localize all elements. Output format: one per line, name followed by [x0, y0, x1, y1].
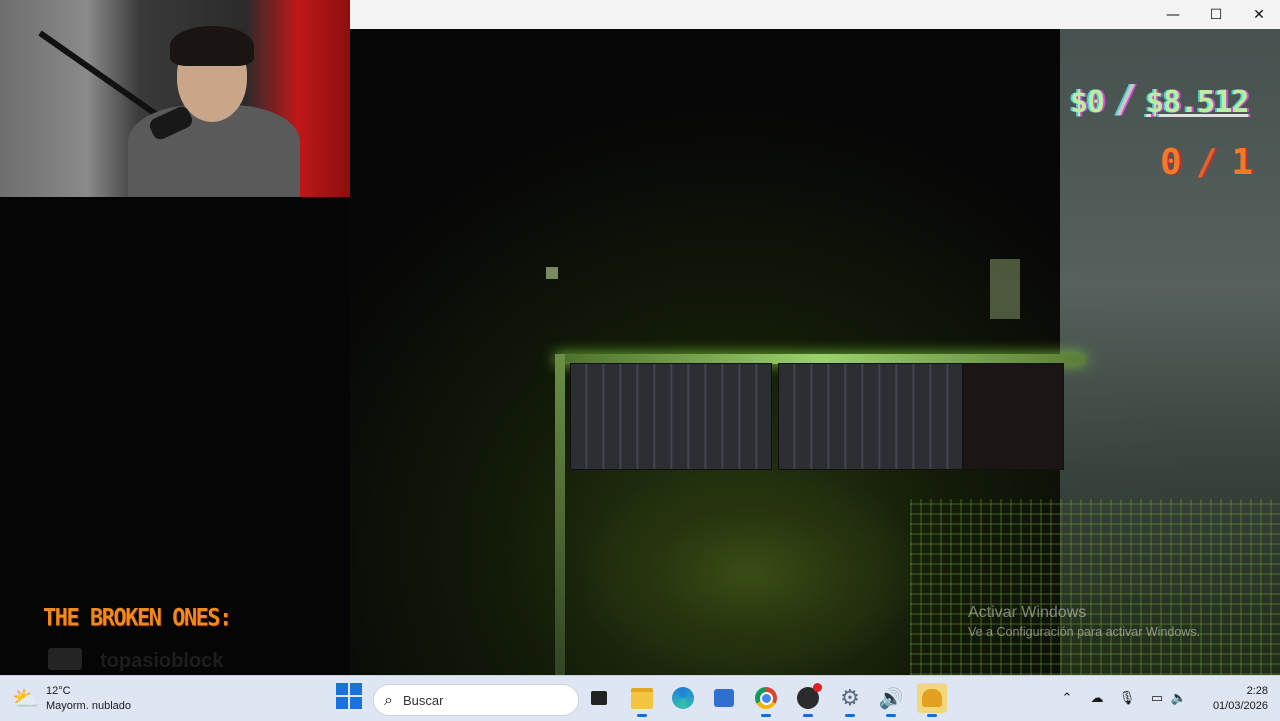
window-titlebar[interactable]: — ☐ ✕: [350, 0, 1280, 29]
store-glyph: [714, 689, 734, 707]
edge-glyph: [672, 687, 694, 709]
game-icon[interactable]: [917, 683, 947, 717]
taskbar: ⛅ 12°C Mayorm. nublado ⌕ Buscar ⚙ 🔊 ⌃ ☁ …: [0, 675, 1280, 721]
folder-glyph: [631, 687, 653, 709]
watermark-title: Activar Windows: [968, 604, 1087, 621]
partly-cloudy-icon: ⛅: [12, 685, 40, 711]
shipping-container: [570, 363, 772, 470]
microphone-icon[interactable]: 🎙: [1118, 689, 1136, 707]
recording-badge-icon: [813, 683, 822, 692]
gift-icon: [48, 648, 82, 670]
clock-date: 01/03/2026: [1212, 700, 1268, 712]
chrome-icon[interactable]: [751, 683, 781, 717]
webcam-overlay: [0, 0, 350, 197]
chrome-center: [759, 691, 773, 705]
windows-logo-tile: [336, 683, 348, 695]
activation-watermark: Activar Windows Ve a Configuración para …: [968, 604, 1200, 639]
task-view-icon[interactable]: [584, 683, 614, 713]
game-scene[interactable]: $0/$8.512 0/1 Activar Windows Ve a Confi…: [350, 29, 1280, 675]
broken-ones-title: THE BROKEN ONES:: [43, 604, 232, 633]
network-off-icon[interactable]: ☁: [1088, 689, 1106, 707]
game-window[interactable]: — ☐ ✕ $0/$8.512 0/1 Activar Windows Ve a…: [350, 0, 1280, 675]
taskbar-search[interactable]: ⌕ Buscar: [373, 684, 579, 716]
maximize-button[interactable]: ☐: [1194, 0, 1238, 29]
game-glyph: [922, 689, 942, 707]
speaker-glyph: 🔊: [878, 686, 904, 710]
clock-time: 2:28: [1246, 685, 1268, 697]
shipping-container: [962, 363, 1064, 470]
start-button[interactable]: [336, 683, 362, 709]
folder-icon[interactable]: [627, 683, 657, 717]
volume-icon[interactable]: 🔈: [1170, 689, 1188, 707]
task-view-glyph: [591, 691, 607, 705]
container-post: [555, 354, 565, 675]
edge-icon[interactable]: [668, 683, 698, 713]
store-icon[interactable]: [709, 683, 739, 713]
obs-icon[interactable]: [793, 683, 823, 717]
debris: [990, 259, 1020, 319]
chevron-up-icon[interactable]: ⌃: [1058, 689, 1076, 707]
chrome-glyph: [755, 687, 777, 709]
foliage: [585, 469, 915, 675]
metal-grate: [910, 499, 1280, 675]
search-placeholder: Buscar: [402, 692, 444, 708]
system-clock[interactable]: 2:28 01/03/2026: [1196, 684, 1268, 714]
weather-widget[interactable]: ⛅ 12°C Mayorm. nublado: [12, 676, 131, 721]
gear-glyph: ⚙: [840, 685, 860, 711]
windows-logo-tile: [350, 697, 362, 709]
speaker-app-icon[interactable]: 🔊: [876, 683, 906, 717]
weather-condition: Mayorm. nublado: [46, 699, 131, 712]
search-icon: ⌕: [384, 690, 393, 709]
weather-temperature: 12°C: [46, 684, 71, 697]
close-button[interactable]: ✕: [1237, 0, 1280, 29]
windows-logo-tile: [350, 683, 362, 695]
display-icon[interactable]: ▭: [1148, 689, 1166, 707]
watermark-subtitle: Ve a Configuración para activar Windows.: [968, 625, 1201, 639]
minimize-button[interactable]: —: [1151, 0, 1195, 29]
gear-icon[interactable]: ⚙: [835, 683, 865, 717]
obs-glyph: [797, 683, 822, 709]
shipping-container: [778, 363, 964, 470]
windows-logo-tile: [336, 697, 348, 709]
streamer-hair: [170, 26, 254, 66]
debris: [546, 267, 558, 279]
broken-ones-name: topasioblock: [100, 650, 224, 672]
